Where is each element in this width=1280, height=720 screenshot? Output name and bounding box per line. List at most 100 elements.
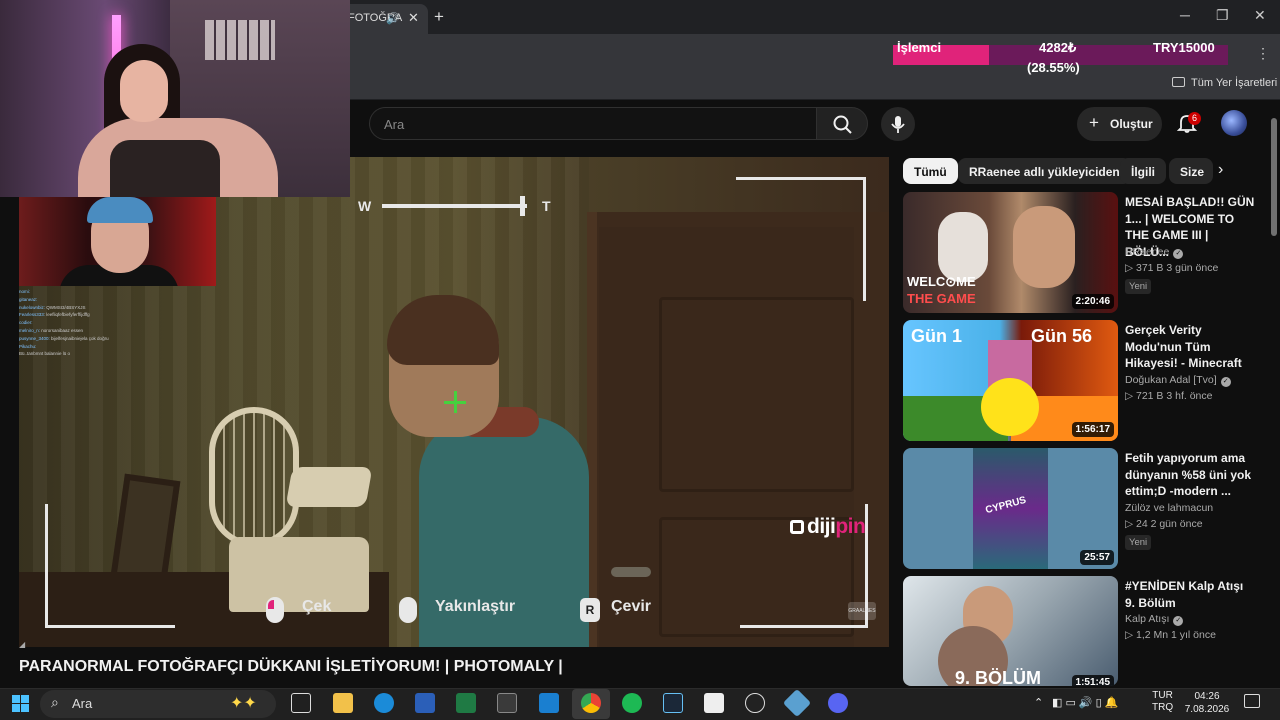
account-avatar[interactable] [1221, 110, 1247, 136]
chevron-right-icon[interactable]: › [1218, 161, 1223, 179]
streamer-face [120, 60, 168, 122]
store-icon[interactable] [539, 693, 559, 713]
tray-icons[interactable]: ◧ ▭ 🔊 ▯ 🔔 [1052, 696, 1118, 709]
door-handle [611, 567, 651, 577]
calculator-icon[interactable] [497, 693, 517, 713]
chat-text: nororsanibaaz essen [41, 327, 84, 333]
video-meta: ▷ 371 B 3 gün önce [1125, 262, 1219, 274]
scrollbar-thumb[interactable] [1271, 118, 1277, 236]
channel-name[interactable]: Zülöz ve lahmacun [1125, 502, 1213, 514]
video-title[interactable]: Fetih yapıyorum ama dünyanın %58 üni yok… [1125, 450, 1255, 500]
chat-username: pusynne_3400: [19, 335, 52, 341]
recommendation-item[interactable]: Gün 1 Gün 56 1:56:17 Gerçek Verity Modu'… [903, 320, 1265, 442]
video-title[interactable]: Gerçek Verity Modu'nun Tüm Hikayesi! - M… [1125, 322, 1255, 372]
video-title[interactable]: #YENİDEN Kalp Atışı 9. Bölüm [1125, 578, 1255, 611]
input-language[interactable]: TUR TRQ [1152, 690, 1173, 714]
chat-username: Fearless333: [19, 312, 47, 318]
reactor-cap [87, 197, 153, 223]
zoom-slider-track [382, 204, 527, 208]
steam-icon[interactable] [663, 693, 683, 713]
browser-tab-active[interactable]: FOTOĞRA 🔊 ✕ [340, 4, 428, 34]
speaker-icon[interactable]: 🔊 [386, 12, 400, 25]
minimize-button[interactable]: ─ [1180, 7, 1190, 23]
chat-username: gitaneaz: [19, 296, 38, 302]
progress-marker[interactable]: ◢ [19, 640, 25, 649]
zoom-tele-label: T [542, 198, 551, 214]
new-tab-button[interactable]: + [434, 7, 444, 27]
verified-icon: ✓ [1173, 249, 1184, 259]
viewfinder-corner-tr [736, 177, 866, 301]
chip-related[interactable]: İlgili [1120, 158, 1166, 184]
tab-close-icon[interactable]: ✕ [408, 10, 419, 26]
copilot-sparkle-icon: ✦✦ [230, 695, 257, 712]
search-icon: ⌕ [51, 694, 59, 710]
obs-icon[interactable] [745, 693, 765, 713]
host-figure [1013, 206, 1075, 288]
chip-for-you[interactable]: Size [1169, 158, 1213, 184]
thumb-text: THE GAME [907, 291, 976, 306]
tray-chevron-icon[interactable]: ⌃ [1034, 696, 1043, 709]
maximize-button[interactable]: ❐ [1216, 7, 1229, 24]
language-code: TUR [1152, 690, 1173, 701]
new-badge: Yeni [1125, 535, 1152, 550]
file-explorer-icon[interactable] [333, 693, 353, 713]
word-icon[interactable] [415, 693, 435, 713]
edge-icon[interactable] [374, 693, 394, 713]
chrome-icon[interactable] [581, 693, 601, 713]
create-button[interactable]: + Oluştur [1077, 107, 1162, 141]
recommendation-item[interactable]: CYPRUS 25:57 Fetih yapıyorum ama dünyanı… [903, 448, 1265, 570]
verified-icon: ✓ [1220, 377, 1231, 387]
video-title: PARANORMAL FOTOĞRAFÇI DÜKKANI İŞLETİYORU… [19, 658, 563, 675]
system-clock[interactable]: 04:26 7.08.2026 [1184, 690, 1230, 716]
shoot-action-label: Çek [302, 598, 332, 615]
fan-neck [285, 467, 373, 507]
channel-name[interactable]: Kalp Atışı ✓ [1125, 613, 1184, 626]
browser-menu-icon[interactable]: ⋮ [1256, 45, 1270, 62]
video-thumbnail[interactable]: CYPRUS 25:57 [903, 448, 1118, 569]
search-input[interactable]: Ara [369, 107, 816, 140]
cam-posters [205, 20, 275, 60]
notifications-icon[interactable] [1244, 694, 1260, 708]
video-thumbnail[interactable]: WELC⊙ME THE GAME 2:20:46 [903, 192, 1118, 313]
cpu-percent: (28.55%) [1027, 60, 1080, 75]
recommendation-item[interactable]: 9. BÖLÜM 1:51:45 #YENİDEN Kalp Atışı 9. … [903, 576, 1265, 686]
search-button[interactable] [816, 107, 868, 140]
close-window-button[interactable]: ✕ [1254, 7, 1266, 24]
taskbar-search[interactable]: ⌕ Ara ✦✦ [40, 690, 276, 718]
cpu-label: İşlemci [897, 40, 942, 55]
thumb-text: 9. BÖLÜM [955, 668, 1042, 686]
chat-username: nukelownbiz: [19, 304, 47, 310]
recommendation-item[interactable]: WELC⊙ME THE GAME 2:20:46 MESAİ BAŞLAD!! … [903, 192, 1265, 314]
chip-all[interactable]: Tümü [903, 158, 958, 184]
mask-figure [938, 212, 988, 282]
voice-search-button[interactable] [881, 107, 915, 141]
chat-message: nukelownbiz: QWMSI3/4BSYXJS [19, 304, 139, 312]
rotate-key: R [580, 598, 600, 622]
discord-icon[interactable] [828, 693, 848, 713]
clock-time: 04:26 [1194, 691, 1220, 702]
channel-name[interactable]: RRaenee ✓ [1125, 246, 1184, 259]
fan-base [229, 537, 369, 612]
video-duration: 25:57 [1080, 550, 1114, 565]
channel-label: Kalp Atışı [1125, 613, 1170, 625]
video-duration: 1:56:17 [1071, 422, 1114, 437]
chip-from-uploader[interactable]: RRaenee adlı yükleyiciden [958, 158, 1131, 184]
chat-username: nomi: [19, 289, 31, 294]
channel-name[interactable]: Doğukan Adal [Tvo] ✓ [1125, 374, 1231, 387]
spotify-icon[interactable] [622, 693, 642, 713]
thumb-text: Gün 56 [1031, 326, 1093, 346]
video-duration: 2:20:46 [1071, 294, 1114, 309]
chat-message: codier: [19, 319, 139, 327]
video-thumbnail[interactable]: Gün 1 Gün 56 1:56:17 [903, 320, 1118, 441]
chat-message: Pikachu: [19, 343, 139, 351]
all-bookmarks-link[interactable]: Tüm Yer İşaretleri [1191, 77, 1277, 89]
app-icon[interactable] [704, 693, 724, 713]
taskbar-search-label: Ara [72, 696, 93, 711]
video-meta: ▷ 721 B 3 hf. önce [1125, 390, 1213, 402]
chat-message: nomi: [19, 288, 139, 296]
video-thumbnail[interactable]: 9. BÖLÜM 1:51:45 [903, 576, 1118, 686]
task-view-icon[interactable] [291, 693, 311, 713]
excel-icon[interactable] [456, 693, 476, 713]
windows-start-icon[interactable] [12, 695, 29, 712]
streamer-webcam-main [0, 0, 350, 197]
